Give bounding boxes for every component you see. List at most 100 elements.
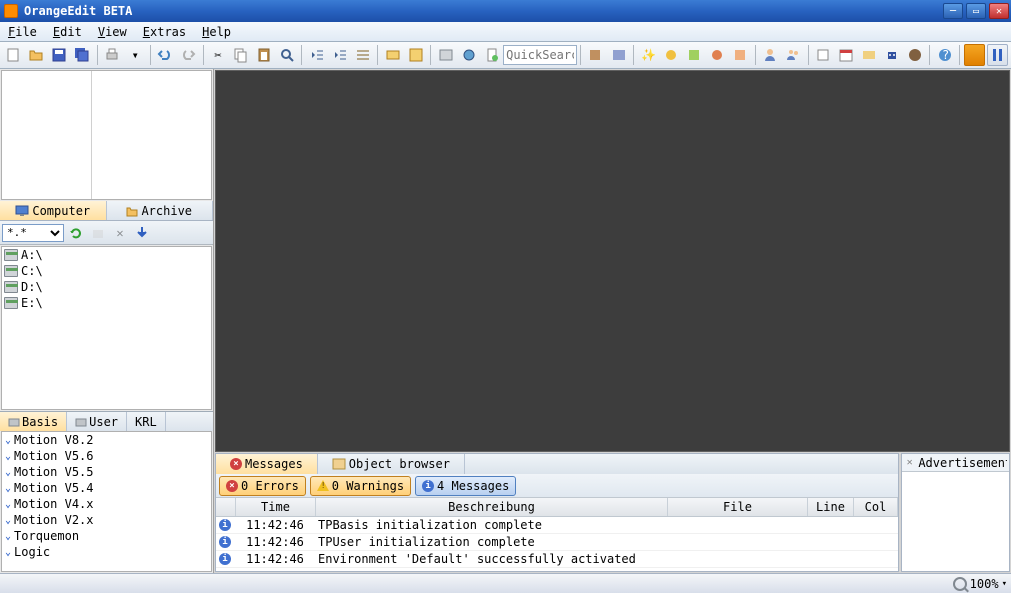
tab-messages[interactable]: ×Messages <box>216 454 318 474</box>
message-row[interactable]: i11:42:46TPBasis initialization complete <box>216 517 898 534</box>
save-all-icon[interactable] <box>72 44 93 66</box>
message-row[interactable]: i11:42:46TPUser initialization complete <box>216 534 898 551</box>
help-icon[interactable]: ? <box>934 44 955 66</box>
tab-krl[interactable]: KRL <box>127 412 166 431</box>
drive-icon <box>4 281 18 293</box>
menu-help[interactable]: Help <box>202 25 231 39</box>
highlight-toggle-button[interactable] <box>964 44 985 66</box>
main-toolbar: ▾ ✂ ✨ ? <box>0 42 1011 69</box>
close-ad-button[interactable]: ✕ <box>904 457 915 469</box>
chevron-down-icon[interactable]: ⌄ <box>5 515 11 526</box>
col-time[interactable]: Time <box>236 498 316 516</box>
object-browser-icon <box>332 458 346 470</box>
tool-icon-1[interactable] <box>435 44 456 66</box>
main-area: Computer Archive *.* ✕ A:\C:\D:\E:\ Basi… <box>0 69 1011 573</box>
print-icon[interactable] <box>102 44 123 66</box>
chevron-down-icon[interactable]: ⌄ <box>5 435 11 446</box>
tree-item[interactable]: ⌄Logic <box>2 544 211 560</box>
col-line[interactable]: Line <box>808 498 854 516</box>
cut-icon[interactable]: ✂ <box>208 44 229 66</box>
tree-item[interactable]: ⌄Motion V5.5 <box>2 464 211 480</box>
paste-icon[interactable] <box>254 44 275 66</box>
drive-item[interactable]: E:\ <box>2 295 211 311</box>
tab-user[interactable]: User <box>67 412 127 431</box>
drive-item[interactable]: D:\ <box>2 279 211 295</box>
up-icon[interactable] <box>88 223 108 243</box>
tool-icon-11[interactable] <box>859 44 880 66</box>
redo-icon[interactable] <box>178 44 199 66</box>
messages-filter-button[interactable]: i4 Messages <box>415 476 516 496</box>
undo-icon[interactable] <box>155 44 176 66</box>
open-folder-icon[interactable] <box>26 44 47 66</box>
calendar-icon[interactable] <box>836 44 857 66</box>
outdent-icon[interactable] <box>306 44 327 66</box>
refresh-icon[interactable] <box>66 223 86 243</box>
col-description[interactable]: Beschreibung <box>316 498 668 516</box>
chevron-down-icon[interactable]: ⌄ <box>5 483 11 494</box>
tool-icon-2[interactable] <box>458 44 479 66</box>
tool-icon-7[interactable] <box>684 44 705 66</box>
tab-basis[interactable]: Basis <box>0 412 67 431</box>
zoom-icon[interactable] <box>953 577 967 591</box>
editor-area[interactable] <box>215 70 1010 452</box>
save-icon[interactable] <box>49 44 70 66</box>
new-file-icon[interactable] <box>3 44 24 66</box>
warnings-filter-button[interactable]: 0 Warnings <box>310 476 411 496</box>
chevron-down-icon[interactable]: ⌄ <box>5 467 11 478</box>
tool-icon-3[interactable] <box>481 44 502 66</box>
close-button[interactable]: ✕ <box>989 3 1009 19</box>
copy-icon[interactable] <box>231 44 252 66</box>
tree-item[interactable]: ⌄Motion V5.6 <box>2 448 211 464</box>
tool-icon-6[interactable] <box>661 44 682 66</box>
maximize-button[interactable]: ▭ <box>966 3 986 19</box>
tree-item[interactable]: ⌄Motion V8.2 <box>2 432 211 448</box>
tree-item[interactable]: ⌄Motion V5.4 <box>2 480 211 496</box>
tool-icon-9[interactable] <box>730 44 751 66</box>
tree-item[interactable]: ⌄Torquemon <box>2 528 211 544</box>
minimize-button[interactable]: ─ <box>943 3 963 19</box>
errors-filter-button[interactable]: ×0 Errors <box>219 476 306 496</box>
pause-button[interactable] <box>987 44 1008 66</box>
menu-extras[interactable]: Extras <box>143 25 186 39</box>
tool-icon-5[interactable] <box>608 44 629 66</box>
tree-item[interactable]: ⌄Motion V4.x <box>2 496 211 512</box>
robot-icon[interactable] <box>882 44 903 66</box>
users-icon[interactable] <box>783 44 804 66</box>
tool-icon-10[interactable] <box>813 44 834 66</box>
tab-object-browser[interactable]: Object browser <box>318 454 465 474</box>
quick-search-input[interactable] <box>503 45 577 65</box>
indent-icon[interactable] <box>329 44 350 66</box>
filebrowser-tabs: Computer Archive <box>0 201 213 221</box>
chevron-down-icon[interactable]: ⌄ <box>5 499 11 510</box>
menu-view[interactable]: View <box>98 25 127 39</box>
info-icon: i <box>219 553 231 565</box>
tool-icon-12[interactable] <box>905 44 926 66</box>
delete-icon[interactable]: ✕ <box>110 223 130 243</box>
message-row[interactable]: i11:42:46Environment 'Default' successfu… <box>216 551 898 568</box>
chevron-down-icon[interactable]: ⌄ <box>5 547 11 558</box>
filter-combo[interactable]: *.* <box>2 224 64 242</box>
user-icon[interactable] <box>760 44 781 66</box>
chevron-down-icon[interactable]: ⌄ <box>5 451 11 462</box>
drive-item[interactable]: C:\ <box>2 263 211 279</box>
drive-item[interactable]: A:\ <box>2 247 211 263</box>
fold-icon[interactable] <box>382 44 403 66</box>
chevron-down-icon[interactable]: ⌄ <box>5 531 11 542</box>
tree-item[interactable]: ⌄Motion V2.x <box>2 512 211 528</box>
tab-archive[interactable]: Archive <box>107 201 214 220</box>
col-file[interactable]: File <box>668 498 808 516</box>
print-dropdown-icon[interactable]: ▾ <box>125 44 146 66</box>
comment-icon[interactable] <box>352 44 373 66</box>
find-icon[interactable] <box>277 44 298 66</box>
tool-icon-8[interactable] <box>707 44 728 66</box>
wand-icon[interactable]: ✨ <box>638 44 659 66</box>
col-col[interactable]: Col <box>854 498 898 516</box>
messages-grid[interactable]: Time Beschreibung File Line Col i11:42:4… <box>216 498 898 571</box>
menu-file[interactable]: File <box>8 25 37 39</box>
message-filter-bar: ×0 Errors 0 Warnings i4 Messages <box>216 474 898 498</box>
unfold-icon[interactable] <box>405 44 426 66</box>
menu-edit[interactable]: Edit <box>53 25 82 39</box>
download-icon[interactable] <box>132 223 152 243</box>
tool-icon-4[interactable] <box>585 44 606 66</box>
tab-computer[interactable]: Computer <box>0 201 107 220</box>
